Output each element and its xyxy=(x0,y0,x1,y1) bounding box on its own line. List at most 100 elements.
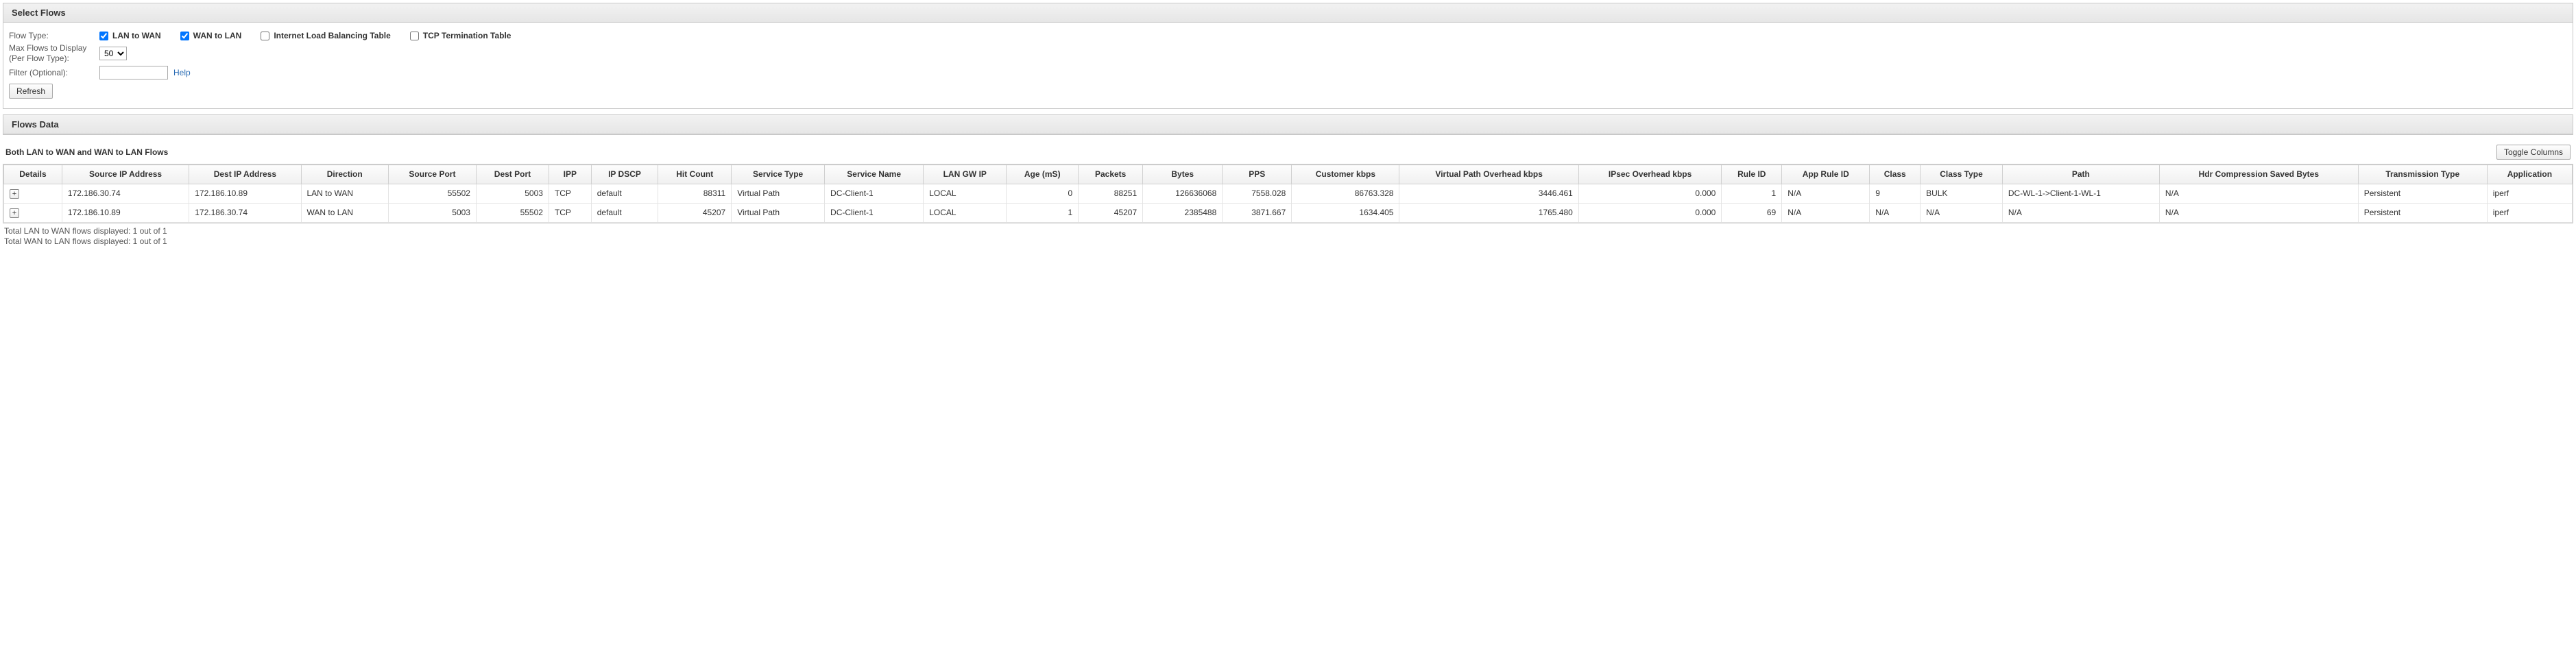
col-header-22[interactable]: Class Type xyxy=(1921,165,2003,184)
max-flows-select[interactable]: 50 xyxy=(99,47,127,60)
flow-type-checkbox-0[interactable]: LAN to WAN xyxy=(99,31,161,40)
cell-src_ip: 172.186.10.89 xyxy=(62,203,189,222)
col-header-18[interactable]: IPsec Overhead kbps xyxy=(1578,165,1722,184)
cell-bytes: 2385488 xyxy=(1143,203,1223,222)
flows-data-header: Flows Data xyxy=(3,115,2573,134)
col-header-25[interactable]: Transmission Type xyxy=(2358,165,2487,184)
flows-table-wrap[interactable]: DetailsSource IP AddressDest IP AddressD… xyxy=(3,164,2573,223)
cell-src_port: 55502 xyxy=(388,184,476,203)
cell-ipp: TCP xyxy=(549,184,591,203)
flow-type-checkbox-label-0: LAN to WAN xyxy=(112,31,161,40)
col-header-21[interactable]: Class xyxy=(1870,165,1921,184)
select-flows-header: Select Flows xyxy=(3,3,2573,23)
col-header-8[interactable]: Hit Count xyxy=(658,165,732,184)
cell-age: 0 xyxy=(1007,184,1079,203)
col-header-11[interactable]: LAN GW IP xyxy=(924,165,1007,184)
col-header-24[interactable]: Hdr Compression Saved Bytes xyxy=(2159,165,2358,184)
max-flows-label: Max Flows to Display (Per Flow Type): xyxy=(9,43,94,63)
col-header-20[interactable]: App Rule ID xyxy=(1782,165,1870,184)
flow-type-checkbox-label-3: TCP Termination Table xyxy=(423,31,511,40)
cell-src_ip: 172.186.30.74 xyxy=(62,184,189,203)
col-header-5[interactable]: Dest Port xyxy=(476,165,549,184)
cell-packets: 45207 xyxy=(1079,203,1143,222)
col-header-0[interactable]: Details xyxy=(4,165,62,184)
toggle-columns-button[interactable]: Toggle Columns xyxy=(2496,145,2571,160)
col-header-6[interactable]: IPP xyxy=(549,165,591,184)
cell-class_type: N/A xyxy=(1921,203,2003,222)
cell-lan_gw: LOCAL xyxy=(924,184,1007,203)
cell-path: N/A xyxy=(2002,203,2159,222)
cell-cust_kbps: 1634.405 xyxy=(1292,203,1399,222)
flows-caption: Both LAN to WAN and WAN to LAN Flows xyxy=(5,147,168,157)
cell-hdr_comp: N/A xyxy=(2159,184,2358,203)
footer-line-1: Total LAN to WAN flows displayed: 1 out … xyxy=(4,226,2572,237)
col-header-7[interactable]: IP DSCP xyxy=(591,165,658,184)
flow-type-checkbox-1[interactable]: WAN to LAN xyxy=(180,31,242,40)
flows-data-panel: Flows Data xyxy=(3,114,2573,135)
table-row: +172.186.30.74172.186.10.89LAN to WAN555… xyxy=(4,184,2573,203)
col-header-15[interactable]: PPS xyxy=(1223,165,1292,184)
col-header-9[interactable]: Service Type xyxy=(732,165,825,184)
cell-_expand: + xyxy=(4,184,62,203)
table-row: +172.186.10.89172.186.30.74WAN to LAN500… xyxy=(4,203,2573,222)
flow-type-checkbox-input-0[interactable] xyxy=(99,32,108,40)
cell-pps: 3871.667 xyxy=(1223,203,1292,222)
filter-row: Filter (Optional): Help xyxy=(9,66,2567,79)
flow-type-checkbox-label-1: WAN to LAN xyxy=(193,31,242,40)
cell-svc_name: DC-Client-1 xyxy=(825,184,924,203)
expand-row-button[interactable]: + xyxy=(10,208,19,218)
col-header-4[interactable]: Source Port xyxy=(388,165,476,184)
col-header-2[interactable]: Dest IP Address xyxy=(189,165,301,184)
flow-type-checkbox-2[interactable]: Internet Load Balancing Table xyxy=(261,31,390,40)
flows-caption-row: Both LAN to WAN and WAN to LAN Flows Tog… xyxy=(3,140,2573,164)
col-header-3[interactable]: Direction xyxy=(301,165,388,184)
cell-lan_gw: LOCAL xyxy=(924,203,1007,222)
cell-src_port: 5003 xyxy=(388,203,476,222)
cell-ipsec_oh: 0.000 xyxy=(1578,184,1722,203)
cell-direction: WAN to LAN xyxy=(301,203,388,222)
cell-tx_type: Persistent xyxy=(2358,203,2487,222)
cell-app: iperf xyxy=(2487,184,2572,203)
max-flows-row: Max Flows to Display (Per Flow Type): 50 xyxy=(9,43,2567,63)
flow-type-checkbox-3[interactable]: TCP Termination Table xyxy=(410,31,511,40)
cell-dscp: default xyxy=(591,203,658,222)
flow-type-checkbox-input-2[interactable] xyxy=(261,32,269,40)
cell-direction: LAN to WAN xyxy=(301,184,388,203)
table-header-row: DetailsSource IP AddressDest IP AddressD… xyxy=(4,165,2573,184)
cell-ipp: TCP xyxy=(549,203,591,222)
cell-dst_ip: 172.186.10.89 xyxy=(189,184,301,203)
cell-pps: 7558.028 xyxy=(1223,184,1292,203)
cell-app_rule: N/A xyxy=(1782,203,1870,222)
flow-type-checkbox-group: LAN to WAN WAN to LAN Internet Load Balanc… xyxy=(99,31,511,40)
col-header-13[interactable]: Packets xyxy=(1079,165,1143,184)
cell-dst_port: 55502 xyxy=(476,203,549,222)
help-link[interactable]: Help xyxy=(173,68,191,77)
select-flows-panel: Select Flows Flow Type: LAN to WAN WAN to… xyxy=(3,3,2573,109)
col-header-19[interactable]: Rule ID xyxy=(1722,165,1782,184)
col-header-10[interactable]: Service Name xyxy=(825,165,924,184)
cell-class: 9 xyxy=(1870,184,1921,203)
cell-hit: 45207 xyxy=(658,203,732,222)
col-header-14[interactable]: Bytes xyxy=(1143,165,1223,184)
cell-class_type: BULK xyxy=(1921,184,2003,203)
flow-type-label: Flow Type: xyxy=(9,31,94,40)
col-header-16[interactable]: Customer kbps xyxy=(1292,165,1399,184)
cell-packets: 88251 xyxy=(1079,184,1143,203)
col-header-17[interactable]: Virtual Path Overhead kbps xyxy=(1399,165,1578,184)
select-flows-body: Flow Type: LAN to WAN WAN to LAN Internet … xyxy=(3,23,2573,108)
refresh-button[interactable]: Refresh xyxy=(9,84,53,99)
col-header-26[interactable]: Application xyxy=(2487,165,2572,184)
flow-type-checkbox-input-3[interactable] xyxy=(410,32,419,40)
cell-class: N/A xyxy=(1870,203,1921,222)
col-header-23[interactable]: Path xyxy=(2002,165,2159,184)
cell-dscp: default xyxy=(591,184,658,203)
filter-input[interactable] xyxy=(99,66,168,79)
expand-row-button[interactable]: + xyxy=(10,189,19,199)
col-header-12[interactable]: Age (mS) xyxy=(1007,165,1079,184)
flow-type-checkbox-label-2: Internet Load Balancing Table xyxy=(274,31,390,40)
flow-type-checkbox-input-1[interactable] xyxy=(180,32,189,40)
flows-table: DetailsSource IP AddressDest IP AddressD… xyxy=(3,164,2573,222)
col-header-1[interactable]: Source IP Address xyxy=(62,165,189,184)
cell-bytes: 126636068 xyxy=(1143,184,1223,203)
cell-age: 1 xyxy=(1007,203,1079,222)
